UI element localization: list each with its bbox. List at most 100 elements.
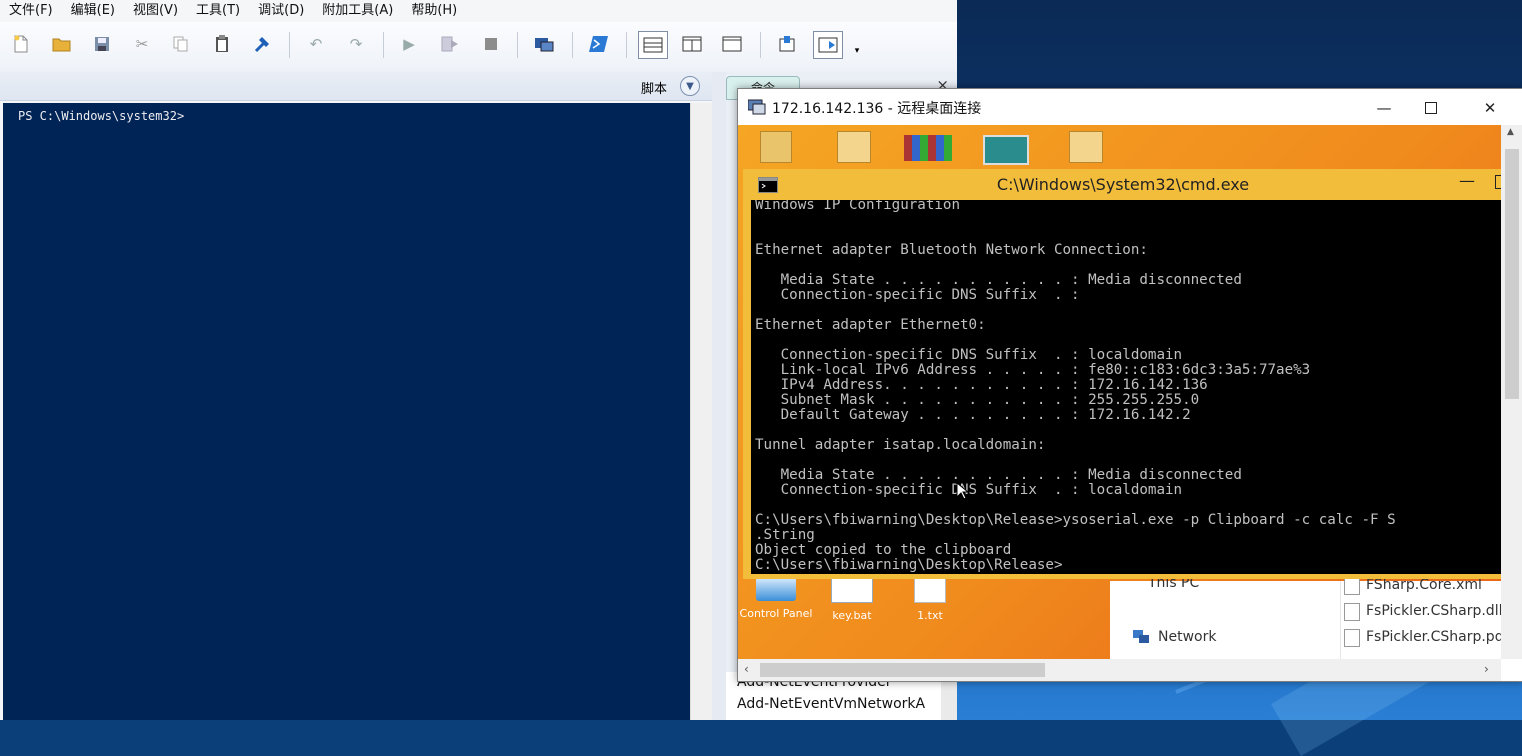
cmd-output-line: Tunnel adapter isatap.localdomain: — [755, 437, 1046, 453]
list-item[interactable]: Add-NetEventVmNetworkA — [737, 696, 925, 712]
cmd-output-line: C:\Users\fbiwarning\Desktop\Release>ysos… — [755, 512, 1396, 528]
menu-edit[interactable]: 编辑(E) — [62, 0, 124, 22]
cmd-output-line — [755, 333, 1396, 348]
cmd-output-line: Subnet Mask . . . . . . . . . . . : 255.… — [755, 392, 1200, 408]
cmd-output-line — [755, 423, 1396, 438]
script-pane-label: 脚本 — [640, 82, 667, 97]
folder-icon[interactable] — [828, 131, 880, 163]
close-icon[interactable]: ✕ — [1467, 95, 1513, 121]
remote-desktop-icon — [747, 99, 766, 115]
save-icon[interactable] — [91, 33, 113, 55]
redo-icon[interactable]: ↷ — [345, 33, 367, 55]
menu-view[interactable]: 视图(V) — [124, 0, 187, 22]
scroll-right-icon[interactable]: › — [1484, 662, 1489, 676]
mouse-cursor-icon — [956, 481, 970, 504]
cmd-output-line: Object copied to the clipboard — [755, 542, 1012, 558]
menu-debug[interactable]: 调试(D) — [249, 0, 313, 22]
scrollbar-thumb[interactable] — [760, 663, 1045, 677]
show-script-pane-icon[interactable] — [776, 33, 798, 55]
folder-icon[interactable] — [750, 131, 802, 163]
menu-help[interactable]: 帮助(H) — [402, 0, 466, 22]
pane-splitter[interactable] — [712, 72, 726, 720]
cmd-output-line: Connection-specific DNS Suffix . : local… — [755, 482, 1183, 498]
console-pane[interactable]: PS C:\Windows\system32> — [3, 103, 690, 720]
folder-icon[interactable] — [1060, 131, 1112, 163]
rdp-vertical-scrollbar[interactable]: ▲ — [1501, 125, 1522, 659]
menu-bar: 文件(F) 编辑(E) 视图(V) 工具(T) 调试(D) 附加工具(A) 帮助… — [0, 0, 957, 22]
desktop-item-label: 1.txt — [917, 609, 943, 622]
cmd-output-line — [755, 453, 1396, 468]
run-selection-icon[interactable] — [439, 33, 461, 55]
remote-powershell-icon[interactable] — [533, 33, 555, 55]
cmd-output-line: Media State . . . . . . . . . . . : Medi… — [755, 272, 1242, 288]
cmd-output-line: Windows IP Configuration — [755, 200, 960, 213]
cmd-title: C:\Windows\System32\cmd.exe — [996, 175, 1250, 194]
run-script-icon[interactable]: ▶ — [398, 33, 420, 55]
cmd-output-line: Media State . . . . . . . . . . . : Medi… — [755, 467, 1242, 483]
desktop-item-control-panel[interactable]: Control Panel — [738, 577, 814, 620]
cmd-output-line: C:\Users\fbiwarning\Desktop\Release> — [755, 557, 1063, 573]
file-item[interactable]: FsPickler.CSharp.pdb — [1366, 629, 1501, 645]
cmd-output: Windows IP Configuration Ethernet adapte… — [755, 200, 1396, 573]
toolbar-separator — [517, 32, 518, 58]
toolbar: ✂ ↶ ↷ ▶ ▾ — [0, 22, 957, 73]
cmd-output-line: IPv4 Address. . . . . . . . . . . : 172.… — [755, 377, 1208, 393]
scroll-up-icon[interactable]: ▲ — [1507, 127, 1514, 137]
cmd-output-line: Ethernet adapter Bluetooth Network Conne… — [755, 242, 1148, 258]
nav-item-network[interactable]: Network — [1158, 629, 1216, 645]
cmd-output-line — [755, 498, 1396, 513]
undo-icon[interactable]: ↶ — [305, 33, 327, 55]
maximize-icon[interactable] — [1408, 95, 1454, 121]
cmd-window: C:\Windows\System32\cmd.exe — Windows IP… — [743, 169, 1501, 579]
cmd-titlebar: C:\Windows\System32\cmd.exe — — [743, 169, 1501, 200]
layout-script-top-icon[interactable] — [638, 31, 668, 59]
rdp-titlebar: 172.16.142.136 - 远程桌面连接 — ✕ — [738, 89, 1522, 125]
paste-icon[interactable] — [211, 33, 233, 55]
cmd-output-line — [755, 213, 1396, 228]
copy-icon[interactable] — [170, 33, 192, 55]
file-item[interactable]: FsPickler.CSharp.dll — [1366, 603, 1501, 619]
new-file-icon[interactable] — [10, 33, 32, 55]
desktop-item-1-txt[interactable]: 1.txt — [904, 577, 956, 622]
desktop-item-label: key.bat — [832, 609, 872, 622]
window-app-icon[interactable] — [980, 135, 1032, 165]
cmd-output-line: Ethernet adapter Ethernet0: — [755, 317, 986, 333]
console-scrollbar[interactable] — [690, 103, 713, 720]
cmd-output-line: Connection-specific DNS Suffix . : — [755, 287, 1080, 303]
open-folder-icon[interactable] — [51, 33, 73, 55]
scrollbar-thumb[interactable] — [1505, 149, 1519, 399]
archive-icon[interactable] — [902, 135, 954, 161]
file-icon — [1344, 577, 1360, 595]
desktop-item-label: Control Panel — [739, 607, 813, 620]
layout-script-max-icon[interactable] — [721, 33, 743, 55]
menu-tools[interactable]: 工具(T) — [187, 0, 249, 22]
toolbar-separator — [383, 32, 384, 58]
cut-icon[interactable]: ✂ — [131, 33, 153, 55]
desktop-item-key-bat[interactable]: key.bat — [826, 577, 878, 622]
toolbar-separator — [760, 32, 761, 58]
stop-icon[interactable] — [480, 33, 502, 55]
console-prompt: PS C:\Windows\system32> — [18, 109, 185, 123]
clear-console-icon[interactable] — [251, 33, 273, 55]
script-pane-header: 脚本 ▼ — [0, 72, 712, 101]
remote-desktop-view[interactable]: Control Panel key.bat 1.txt This PC Netw… — [738, 125, 1501, 659]
menu-addons[interactable]: 附加工具(A) — [313, 0, 402, 22]
menu-file[interactable]: 文件(F) — [0, 0, 62, 22]
show-commands-icon[interactable] — [813, 31, 843, 59]
toolbar-separator — [572, 32, 573, 58]
powershell-console-icon[interactable] — [588, 33, 610, 55]
cmd-output-line: Connection-specific DNS Suffix . : local… — [755, 347, 1183, 363]
toolbar-separator — [626, 32, 627, 58]
cmd-output-line: Default Gateway . . . . . . . . . : 172.… — [755, 407, 1191, 423]
layout-script-right-icon[interactable] — [681, 33, 703, 55]
scroll-left-icon[interactable]: ‹ — [744, 662, 749, 676]
minimize-icon[interactable]: — — [1361, 95, 1407, 121]
rdp-horizontal-scrollbar[interactable]: ‹ › — [738, 659, 1501, 681]
cmd-console[interactable]: Windows IP Configuration Ethernet adapte… — [751, 200, 1501, 574]
minimize-icon[interactable]: — — [1459, 171, 1475, 190]
cmd-output-line — [755, 228, 1396, 243]
network-icon — [1132, 629, 1150, 643]
toolbar-overflow-icon[interactable]: ▾ — [846, 40, 868, 62]
chevron-down-icon[interactable]: ▼ — [680, 76, 700, 96]
file-item[interactable]: FSharp.Core.xml — [1366, 577, 1482, 593]
